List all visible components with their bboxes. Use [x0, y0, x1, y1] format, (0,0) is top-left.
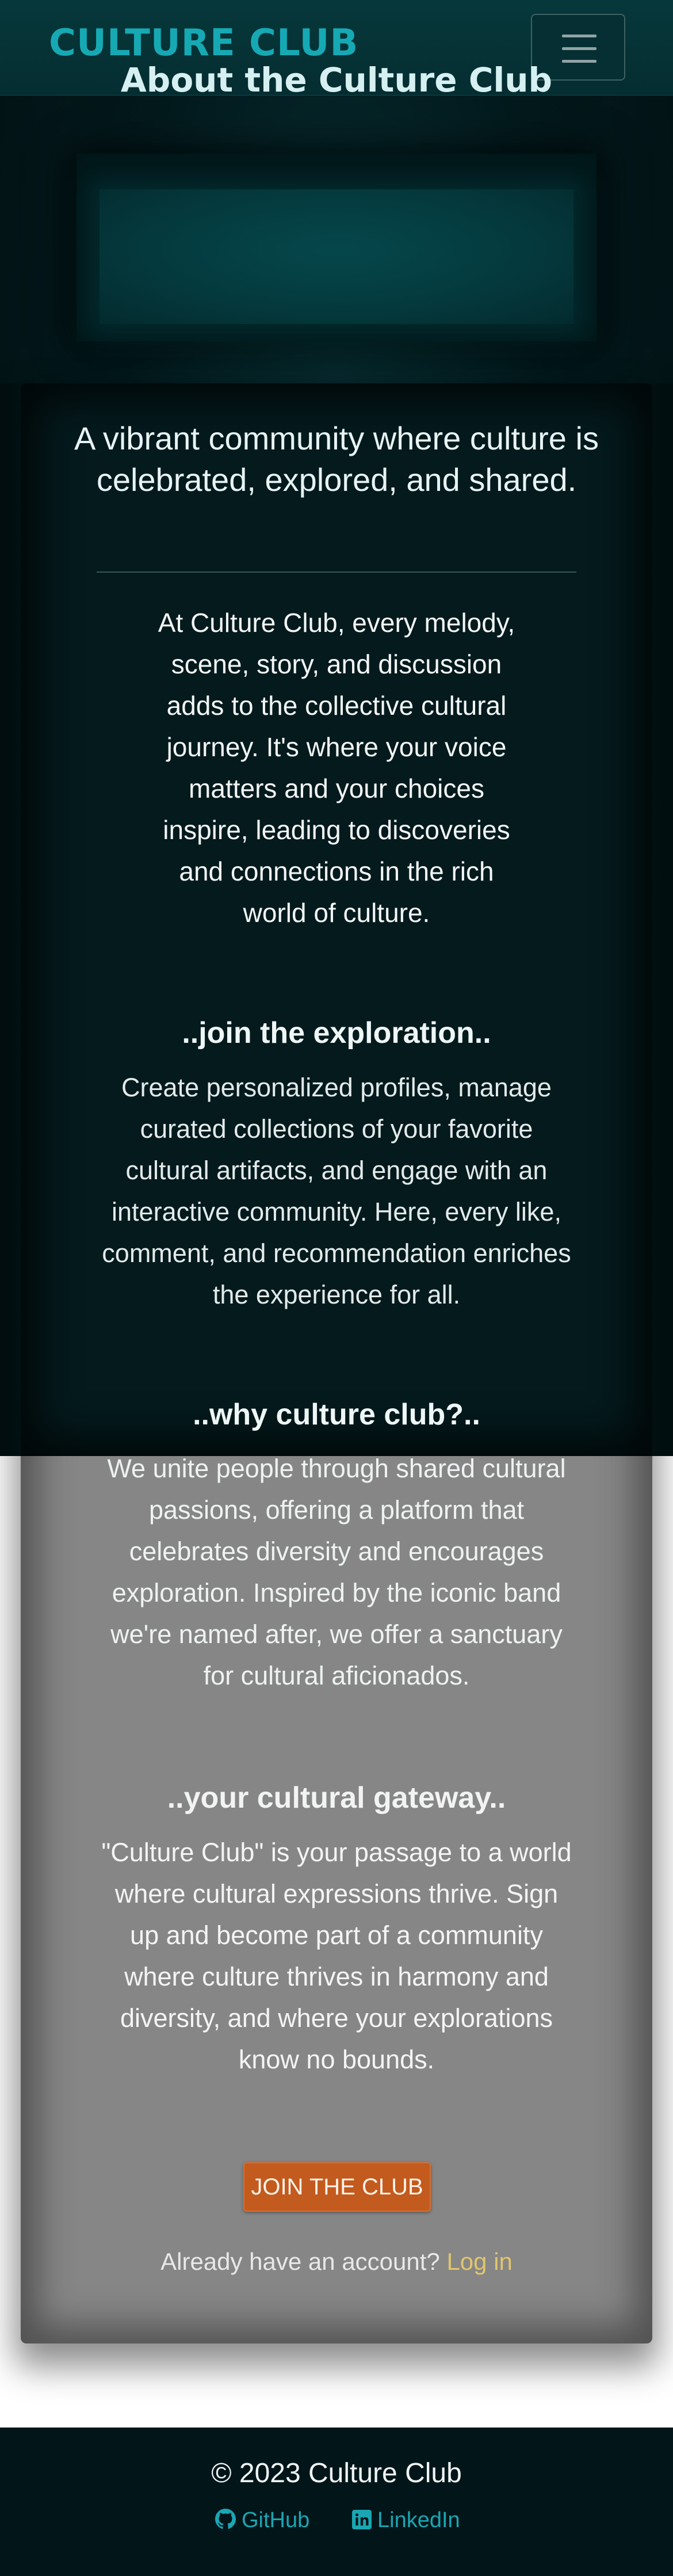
- lead-text: A vibrant community where culture is cel…: [74, 420, 599, 498]
- linkedin-icon: [352, 2510, 372, 2535]
- section-heading-gateway: ..your cultural gateway..: [167, 1781, 506, 1815]
- page-title: About the Culture Club: [120, 60, 553, 100]
- hero-banner: [77, 154, 596, 341]
- github-icon: [215, 2509, 236, 2535]
- copyright-text: © 2023 Culture Club: [211, 2458, 462, 2489]
- footer: [0, 2428, 673, 2576]
- github-link[interactable]: GitHub: [215, 2508, 309, 2535]
- login-prompt: Already have an account? Log in: [0, 2246, 673, 2278]
- hero-panel: [100, 189, 573, 324]
- section-body-exploration: Create personalized profiles, manage cur…: [102, 1073, 571, 1309]
- login-link[interactable]: Log in: [446, 2248, 512, 2275]
- github-label: GitHub: [242, 2508, 310, 2532]
- section-body-why: We unite people through shared cultural …: [107, 1454, 566, 1690]
- linkedin-label: LinkedIn: [377, 2508, 460, 2532]
- intro-text: At Culture Club, every melody, scene, st…: [158, 608, 515, 928]
- section-body-gateway: "Culture Club" is your passage to a worl…: [101, 1838, 572, 2074]
- brand-logo[interactable]: CULTURE CLUB: [49, 22, 358, 64]
- divider: [97, 571, 576, 573]
- linkedin-link[interactable]: LinkedIn: [352, 2508, 460, 2535]
- section-heading-why: ..why culture club?..: [193, 1398, 480, 1431]
- login-prompt-text: Already have an account?: [160, 2248, 440, 2275]
- section-heading-exploration: ..join the exploration..: [182, 1016, 491, 1050]
- join-club-button[interactable]: JOIN THE CLUB: [243, 2162, 431, 2212]
